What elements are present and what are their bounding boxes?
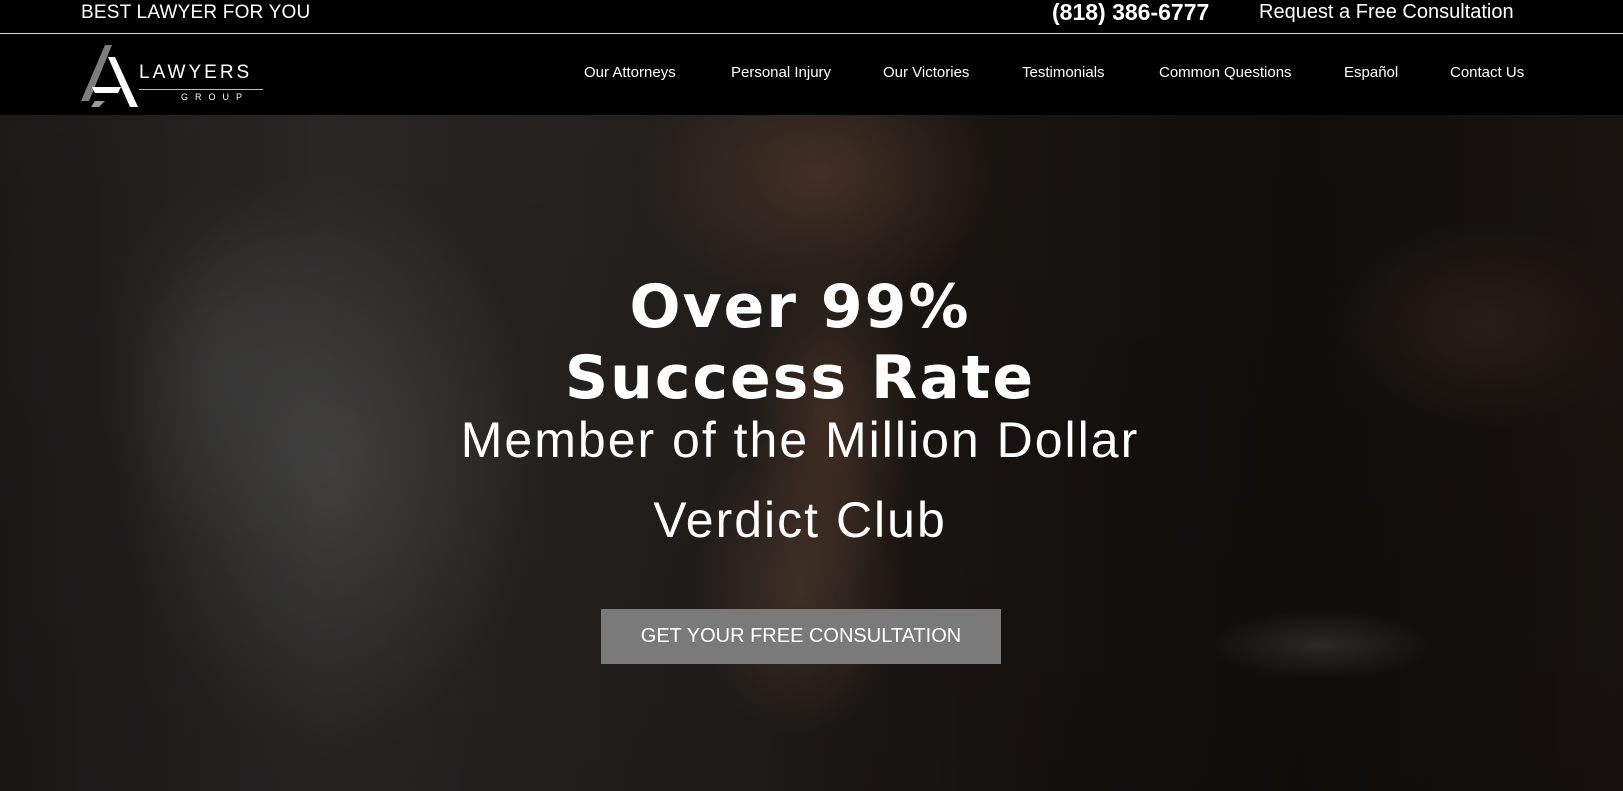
phone-link[interactable]: (818) 386-6777	[1052, 0, 1209, 25]
hero-section: Over 99% Success Rate Member of the Mill…	[0, 115, 1623, 791]
logo[interactable]: LAWYERS GROUP	[81, 45, 271, 107]
free-consultation-button[interactable]: GET YOUR FREE CONSULTATION	[601, 609, 1001, 664]
hero-headline-line1: Over 99%	[629, 272, 971, 342]
nav-common-questions[interactable]: Common Questions	[1159, 63, 1292, 83]
logo-mark-icon	[81, 45, 138, 107]
nav-our-victories[interactable]: Our Victories	[883, 63, 969, 83]
hero-headline-line2: Success Rate	[564, 343, 1036, 413]
hero-subline-line2: Verdict Club	[653, 492, 947, 548]
nav-espanol[interactable]: Español	[1344, 63, 1398, 83]
tagline: BEST LAWYER FOR YOU	[81, 2, 311, 23]
request-consultation-link[interactable]: Request a Free Consultation	[1259, 0, 1514, 25]
nav-testimonials[interactable]: Testimonials	[1022, 63, 1105, 83]
nav-contact-us[interactable]: Contact Us	[1450, 63, 1524, 83]
top-bar: BEST LAWYER FOR YOU (818) 386-6777 Reque…	[0, 0, 1623, 34]
main-navigation: LAWYERS GROUP Our Attorneys Personal Inj…	[0, 34, 1623, 115]
logo-name: LAWYERS	[139, 62, 253, 83]
nav-personal-injury[interactable]: Personal Injury	[731, 63, 831, 83]
hero-subline-line1: Member of the Million Dollar	[460, 412, 1140, 468]
nav-our-attorneys[interactable]: Our Attorneys	[584, 63, 676, 83]
logo-subtitle: GROUP	[181, 92, 250, 102]
logo-divider	[139, 89, 263, 90]
